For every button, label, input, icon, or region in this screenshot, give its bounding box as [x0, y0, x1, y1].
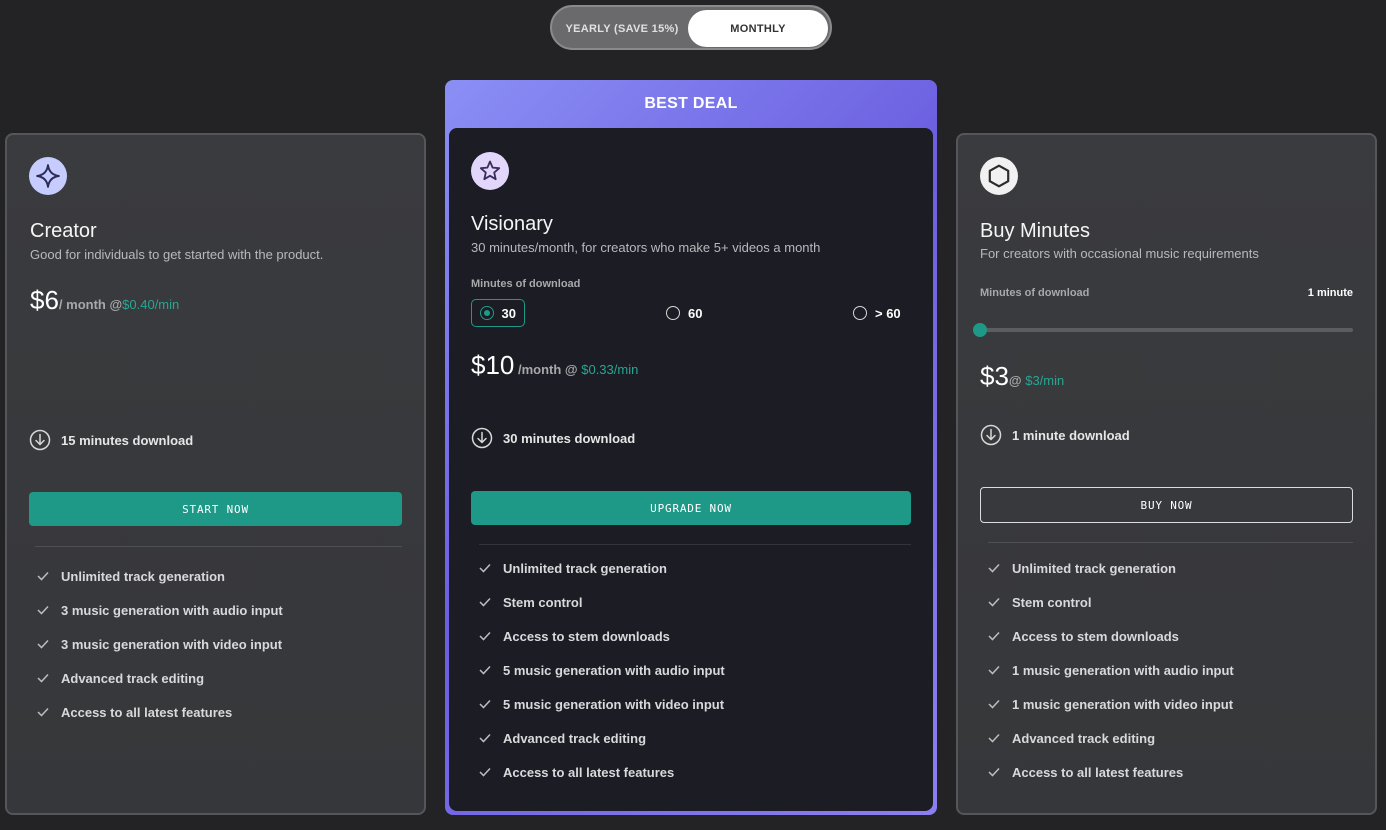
plan-price: $6 / month @ $0.40/min	[30, 285, 179, 316]
feature-item: 1 music generation with audio input	[988, 653, 1234, 687]
divider	[35, 546, 402, 547]
radio-icon	[480, 306, 494, 320]
divider	[479, 544, 911, 545]
minutes-option-over-60[interactable]: > 60	[845, 299, 909, 327]
billing-toggle[interactable]: YEARLY (SAVE 15%) MONTHLY	[550, 5, 832, 50]
feature-item: Access to all latest features	[988, 755, 1234, 789]
best-deal-badge: BEST DEAL	[644, 95, 738, 112]
check-icon	[988, 733, 1000, 743]
download-allowance: 30 minutes download	[471, 427, 635, 449]
plan-name: Creator	[30, 220, 97, 242]
minutes-label: Minutes of download	[980, 287, 1090, 299]
plan-description: 30 minutes/month, for creators who make …	[471, 240, 821, 255]
feature-item: Unlimited track generation	[37, 559, 283, 593]
slider-thumb[interactable]	[973, 323, 987, 337]
download-text: 1 minute download	[1012, 427, 1130, 443]
feature-item: Advanced track editing	[37, 661, 283, 695]
feature-item: 5 music generation with audio input	[479, 653, 725, 687]
feature-item: Stem control	[479, 585, 725, 619]
minutes-option-30[interactable]: 30	[471, 299, 525, 327]
download-icon	[980, 424, 1002, 446]
feature-list: Unlimited track generation 3 music gener…	[37, 559, 283, 729]
monthly-option[interactable]: MONTHLY	[688, 10, 828, 47]
check-icon	[37, 571, 49, 581]
check-icon	[479, 665, 491, 675]
feature-item: Unlimited track generation	[988, 551, 1234, 585]
price-period: @	[1008, 373, 1026, 388]
radio-icon	[666, 306, 680, 320]
check-icon	[988, 563, 1000, 573]
feature-item: 1 music generation with video input	[988, 687, 1234, 721]
feature-item: Advanced track editing	[988, 721, 1234, 755]
check-icon	[988, 767, 1000, 777]
price-period: / month @	[58, 297, 123, 312]
plan-description: Good for individuals to get started with…	[30, 247, 324, 262]
radio-icon	[853, 306, 867, 320]
plan-card-visionary-frame: BEST DEAL Visionary 30 minutes/month, fo…	[445, 80, 937, 815]
feature-item: Advanced track editing	[479, 721, 725, 755]
download-icon	[471, 427, 493, 449]
feature-item: 5 music generation with video input	[479, 687, 725, 721]
check-icon	[479, 597, 491, 607]
minutes-slider[interactable]	[973, 323, 1353, 337]
feature-list: Unlimited track generation Stem control …	[479, 551, 725, 789]
check-icon	[479, 631, 491, 641]
download-icon	[29, 429, 51, 451]
feature-item: Access to stem downloads	[988, 619, 1234, 653]
buy-now-button[interactable]: BUY NOW	[980, 487, 1353, 523]
plan-price: $10 /month @ $0.33/min	[471, 350, 638, 381]
download-text: 30 minutes download	[503, 430, 636, 446]
download-text: 15 minutes download	[61, 432, 194, 448]
feature-item: Access to all latest features	[37, 695, 283, 729]
feature-item: Stem control	[988, 585, 1234, 619]
check-icon	[37, 639, 49, 649]
divider	[988, 542, 1353, 543]
download-allowance: 1 minute download	[980, 424, 1130, 446]
feature-item: Unlimited track generation	[479, 551, 725, 585]
hexagon-icon	[980, 157, 1018, 195]
check-icon	[479, 733, 491, 743]
plan-name: Visionary	[471, 213, 553, 235]
check-icon	[988, 665, 1000, 675]
feature-item: 3 music generation with audio input	[37, 593, 283, 627]
check-icon	[479, 699, 491, 709]
check-icon	[988, 699, 1000, 709]
start-now-button[interactable]: START NOW	[29, 492, 402, 526]
minutes-option-60[interactable]: 60	[658, 299, 710, 327]
check-icon	[37, 707, 49, 717]
feature-list: Unlimited track generation Stem control …	[988, 551, 1234, 789]
star-icon	[471, 152, 509, 190]
plan-description: For creators with occasional music requi…	[980, 246, 1259, 261]
plan-card-creator: Creator Good for individuals to get star…	[5, 133, 426, 815]
plan-card-buy-minutes: Buy Minutes For creators with occasional…	[956, 133, 1377, 815]
price-amount: $6	[30, 285, 59, 315]
price-rate: $3/min	[1025, 373, 1065, 388]
check-icon	[988, 631, 1000, 641]
check-icon	[988, 597, 1000, 607]
slider-value: 1 minute	[1307, 287, 1353, 299]
feature-item: 3 music generation with video input	[37, 627, 283, 661]
price-rate: $0.33/min	[581, 362, 639, 377]
price-amount: $3	[980, 361, 1009, 391]
sparkle-star-icon	[29, 157, 67, 195]
plan-card-visionary: Visionary 30 minutes/month, for creators…	[449, 128, 933, 811]
minutes-label: Minutes of download	[471, 278, 581, 290]
slider-track	[980, 328, 1353, 332]
price-amount: $10	[471, 350, 515, 380]
check-icon	[37, 605, 49, 615]
feature-item: Access to all latest features	[479, 755, 725, 789]
plan-price: $3 @ $3/min	[980, 361, 1064, 392]
price-period: /month @	[514, 362, 582, 377]
plan-name: Buy Minutes	[980, 220, 1091, 242]
upgrade-now-button[interactable]: UPGRADE NOW	[471, 491, 911, 525]
yearly-option[interactable]: YEARLY (SAVE 15%)	[556, 10, 688, 47]
feature-item: Access to stem downloads	[479, 619, 725, 653]
check-icon	[479, 767, 491, 777]
check-icon	[37, 673, 49, 683]
check-icon	[479, 563, 491, 573]
download-allowance: 15 minutes download	[29, 429, 193, 451]
price-rate: $0.40/min	[122, 297, 180, 312]
